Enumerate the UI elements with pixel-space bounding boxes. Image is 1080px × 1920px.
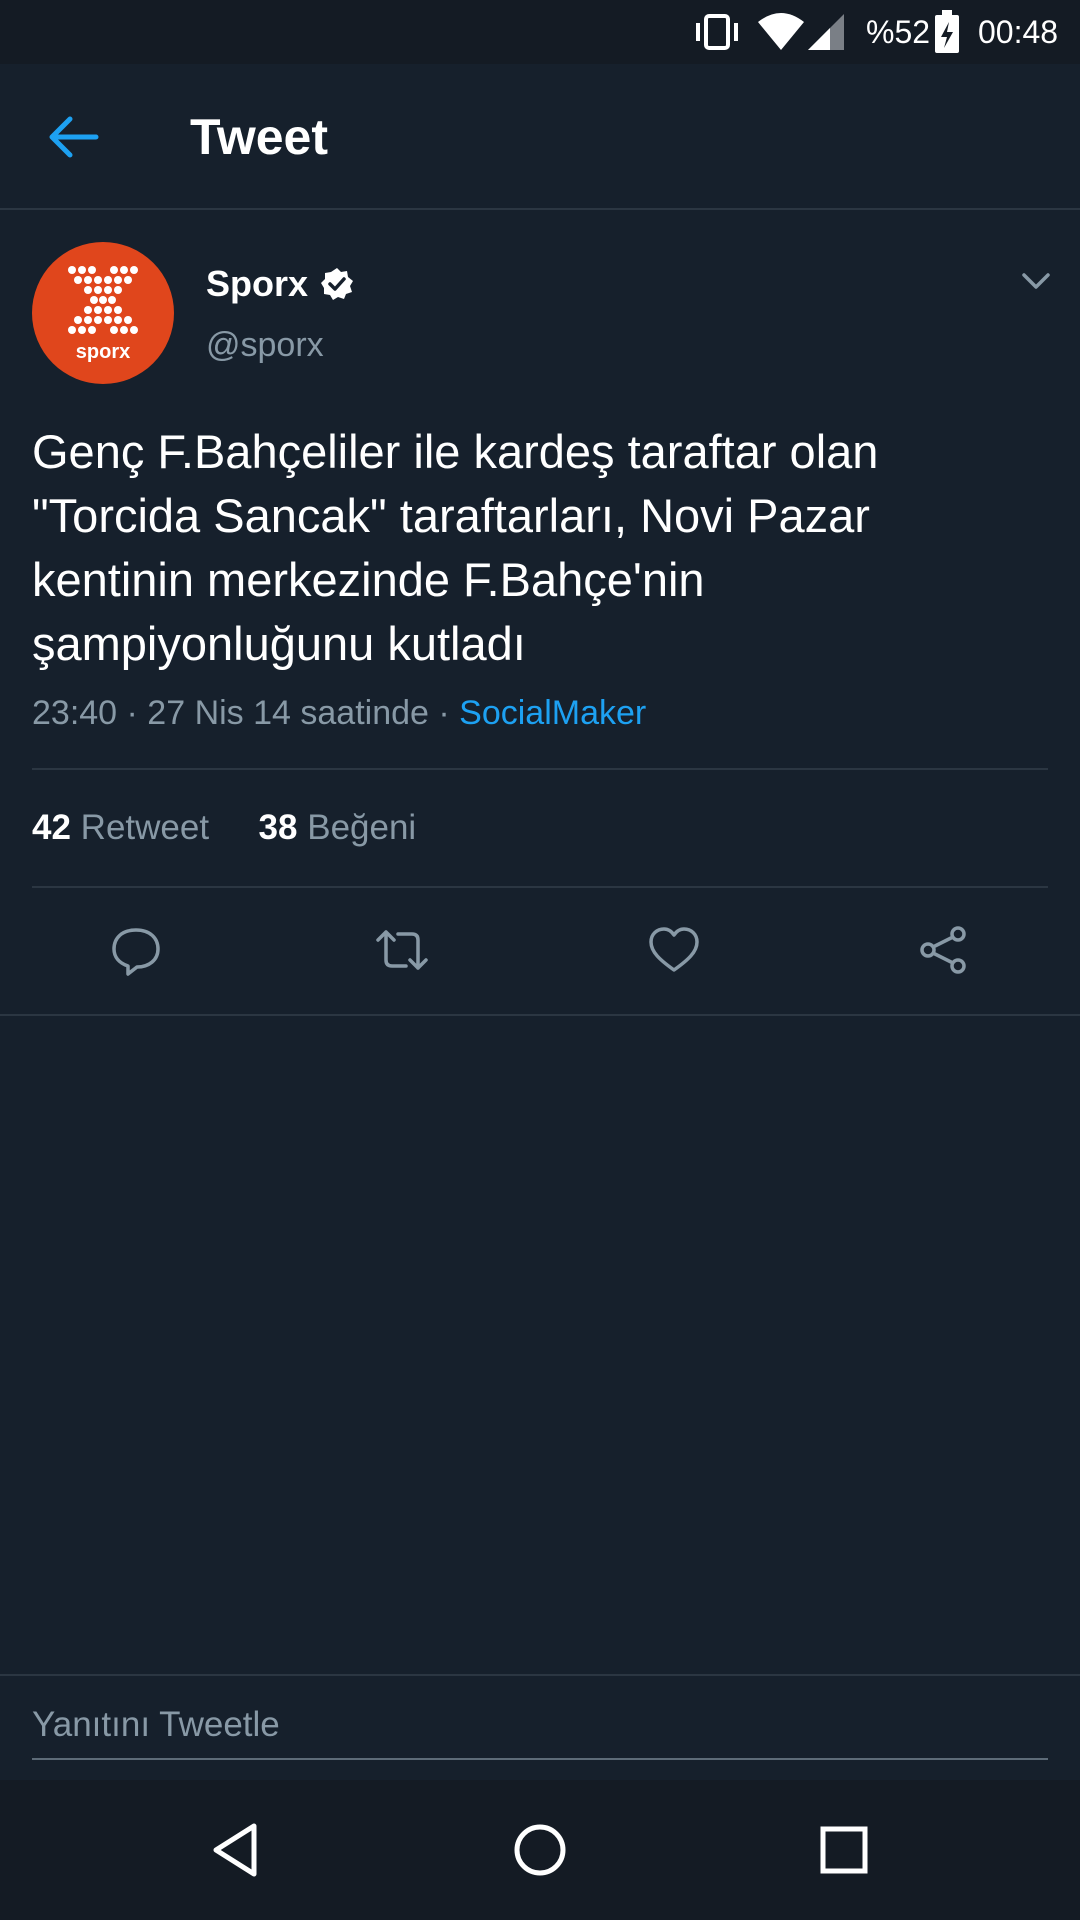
- vibrate-icon: [696, 14, 738, 50]
- clock: 00:48: [978, 14, 1059, 50]
- nav-bar: [0, 1780, 1080, 1920]
- share-icon[interactable]: [916, 922, 972, 978]
- tweet-meta: 23:40 · 27 Nis 14 saatinde · SocialMaker: [32, 694, 646, 733]
- like-count-label[interactable]: Beğeni: [307, 808, 416, 847]
- tweet-timestamp: 23:40 · 27 Nis 14 saatinde ·: [32, 694, 460, 732]
- status-bar: %52 00:48: [0, 0, 1080, 64]
- nav-recents-icon[interactable]: [812, 1818, 876, 1882]
- battery-charging-icon: [935, 10, 959, 53]
- wifi-icon: [758, 13, 804, 50]
- retweet-icon[interactable]: [374, 922, 430, 978]
- reply-bar: Yanıtını Tweetle: [0, 1674, 1080, 1782]
- author-name[interactable]: Sporx: [206, 263, 308, 305]
- retweet-count[interactable]: 42: [32, 808, 71, 847]
- tweet-actions: [0, 888, 1080, 1016]
- signal-icon: [808, 14, 844, 50]
- tweet-counts: 42 Retweet 38 Beğeni: [32, 808, 416, 848]
- avatar-logo-text: sporx: [76, 341, 130, 363]
- page-title: Tweet: [190, 109, 328, 165]
- app-bar: Tweet: [0, 64, 1080, 210]
- nav-back-icon[interactable]: [204, 1818, 268, 1882]
- reply-input[interactable]: Yanıtını Tweetle: [32, 1698, 1048, 1760]
- tweet-text: Genç F.Bahçeliler ile kardeş taraftar ol…: [32, 425, 879, 670]
- sporx-logo-icon: sporx: [68, 266, 138, 363]
- author-name-row[interactable]: Sporx: [206, 262, 354, 306]
- battery-percent: %52: [866, 14, 931, 50]
- reply-icon[interactable]: [108, 922, 164, 978]
- chevron-down-icon[interactable]: [1018, 266, 1054, 296]
- nav-home-icon[interactable]: [508, 1818, 572, 1882]
- like-count[interactable]: 38: [259, 808, 298, 847]
- author-handle[interactable]: @sporx: [206, 326, 324, 365]
- retweet-count-label[interactable]: Retweet: [81, 808, 209, 847]
- avatar[interactable]: sporx: [32, 242, 174, 384]
- verified-badge-icon: [321, 268, 354, 300]
- arrow-left-icon[interactable]: [44, 112, 104, 162]
- tweet-source-link[interactable]: SocialMaker: [459, 694, 646, 732]
- divider: [32, 768, 1048, 770]
- like-icon[interactable]: [646, 922, 702, 978]
